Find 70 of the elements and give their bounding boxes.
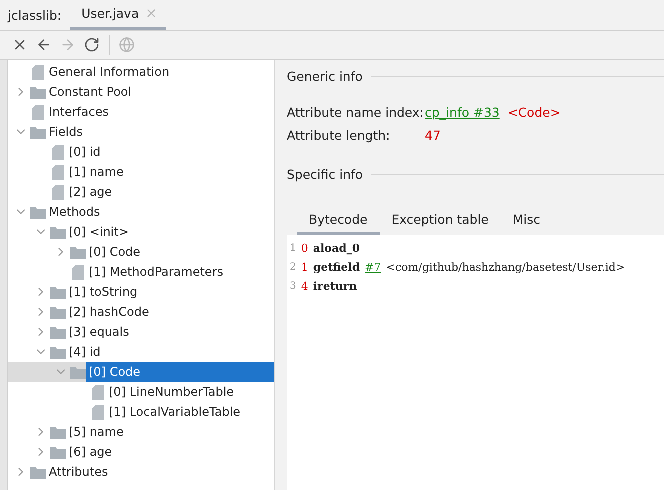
folder-icon — [50, 346, 66, 358]
folder-icon — [70, 366, 86, 378]
tab[interactable]: Misc — [500, 208, 553, 235]
tree-item[interactable]: General Information — [46, 62, 274, 82]
tree-item[interactable]: [3] equals — [66, 322, 274, 342]
folder-icon — [30, 466, 46, 478]
tree-item[interactable]: [6] age — [66, 442, 274, 462]
close-icon[interactable] — [145, 7, 158, 20]
folder-icon — [30, 126, 46, 138]
folder-icon — [30, 206, 46, 218]
file-icon — [32, 104, 44, 120]
selected-row[interactable]: [0] Code — [8, 362, 274, 382]
line-number: 1 — [290, 243, 296, 254]
tree-item[interactable]: [1] LocalVariableTable — [106, 402, 274, 422]
folder-icon — [50, 226, 66, 238]
tree-item[interactable]: [4] id — [66, 342, 274, 362]
instruction: aload_0 — [313, 242, 360, 255]
tree-item[interactable]: [0] id — [66, 142, 274, 162]
tab[interactable]: Exception table — [380, 208, 501, 235]
tree-item[interactable]: [1] name — [66, 162, 274, 182]
bytecode-offset: 0 — [301, 242, 308, 255]
folder-icon — [50, 426, 66, 438]
instruction: ireturn — [313, 280, 358, 293]
tree-item[interactable]: Constant Pool — [46, 82, 274, 102]
file-tab[interactable]: User.java — [70, 0, 166, 30]
bytecode-offset: 1 — [301, 261, 308, 274]
file-icon — [92, 404, 104, 420]
tree-item[interactable]: [0] LineNumberTable — [106, 382, 274, 402]
tree-item[interactable]: [5] name — [66, 422, 274, 442]
field-value: <Code> — [508, 105, 561, 120]
folder-icon — [30, 86, 46, 98]
panel-label: jclasslib: — [8, 8, 62, 22]
file-icon — [52, 184, 64, 200]
tree-item[interactable]: Fields — [46, 122, 274, 142]
file-icon — [92, 384, 104, 400]
globe-icon — [119, 37, 135, 53]
tree-item[interactable]: [1] toString — [66, 282, 274, 302]
tree-item[interactable]: [0] Code — [86, 362, 274, 382]
tree-item[interactable]: [0] <init> — [66, 222, 274, 242]
field-label: Attribute name index: — [287, 105, 425, 120]
file-icon — [52, 164, 64, 180]
line-number: 3 — [290, 281, 296, 292]
back-icon — [36, 37, 52, 53]
instruction-comment: <com/github/hashzhang/basetest/User.id> — [386, 261, 626, 274]
folder-icon — [50, 446, 66, 458]
section-title: Specific info — [287, 166, 364, 182]
tree-item[interactable]: [0] Code — [86, 242, 274, 262]
line-number: 2 — [290, 262, 296, 273]
tree-item[interactable]: Attributes — [46, 462, 274, 482]
tree-item[interactable]: [2] age — [66, 182, 274, 202]
cp-info-link[interactable]: cp_info #33 — [425, 105, 500, 120]
file-icon — [52, 144, 64, 160]
tree-item[interactable]: [1] MethodParameters — [86, 262, 274, 282]
bytecode-offset: 4 — [301, 280, 308, 293]
folder-icon — [50, 326, 66, 338]
constant-link[interactable]: #7 — [365, 261, 382, 274]
folder-icon — [50, 306, 66, 318]
tree-item[interactable]: Interfaces — [46, 102, 274, 122]
file-icon — [72, 264, 84, 280]
field-value: 47 — [425, 128, 441, 143]
folder-icon — [70, 246, 86, 258]
folder-icon — [50, 286, 66, 298]
file-icon — [32, 64, 44, 80]
field-label: Attribute length: — [287, 128, 392, 143]
tree-item[interactable]: Methods — [46, 202, 274, 222]
forward-icon — [60, 37, 76, 53]
refresh-icon — [84, 37, 100, 53]
section-title: Generic info — [287, 68, 363, 84]
instruction: getfield — [313, 261, 360, 274]
tree-item[interactable]: [2] hashCode — [66, 302, 274, 322]
